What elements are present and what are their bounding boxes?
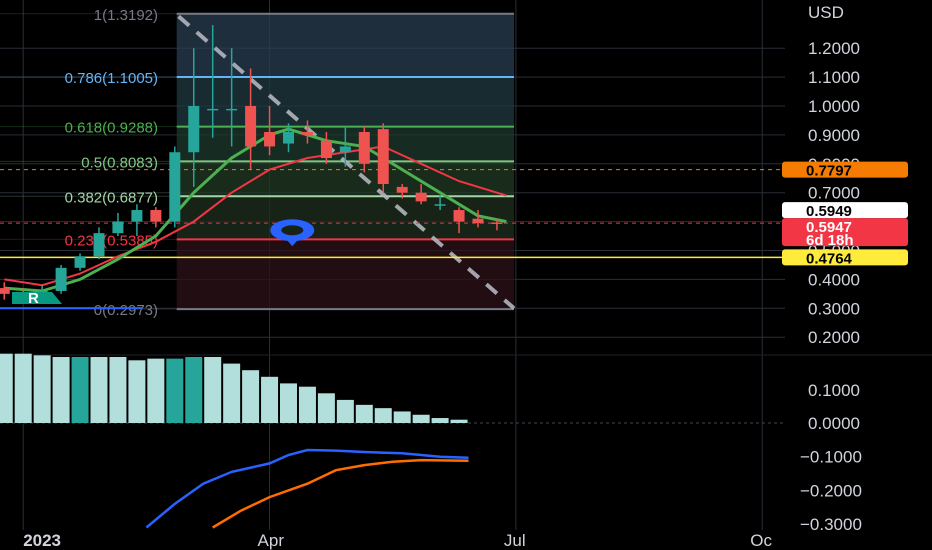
price-tag-value: 0.5949: [806, 203, 852, 220]
histogram-bar: [185, 357, 203, 423]
price-tick-label: 0.9000: [808, 126, 860, 145]
fib-level-label: 0.618(0.9288): [65, 120, 158, 137]
histogram-bar: [431, 418, 449, 423]
histogram-bar: [52, 357, 70, 423]
histogram-bar: [280, 383, 297, 423]
candle-body[interactable]: [131, 210, 143, 222]
candle-body[interactable]: [245, 106, 257, 147]
histogram-bar: [0, 353, 13, 423]
candle-body[interactable]: [188, 106, 200, 153]
price-tick-label: 1.1000: [808, 68, 860, 87]
price-tags: 0.77970.59490.59476d 18h0.4764: [782, 161, 908, 267]
candle-body[interactable]: [358, 132, 370, 164]
histogram-bar: [128, 360, 146, 423]
candle-body[interactable]: [396, 186, 408, 193]
candle-body[interactable]: [472, 218, 484, 224]
candle-body[interactable]: [301, 132, 313, 135]
fib-zone: [176, 239, 515, 310]
histogram-bar: [261, 376, 279, 423]
histogram-bar: [336, 399, 354, 423]
fib-level-label: 0.786(1.1005): [65, 70, 158, 87]
histogram-bar: [317, 393, 335, 423]
price-tag-value: 0.7797: [806, 163, 852, 180]
histogram-bar: [166, 358, 184, 423]
candle-body[interactable]: [226, 108, 238, 111]
histogram-bar: [90, 357, 108, 423]
histogram-bar: [204, 357, 222, 423]
histogram-bar: [355, 404, 373, 423]
candle-body[interactable]: [93, 233, 105, 257]
price-tick-label: 1.2000: [808, 39, 860, 58]
time-tick-label: 2023: [23, 531, 61, 550]
candle-body[interactable]: [453, 210, 465, 222]
macd-tick-label: −0.1000: [800, 448, 862, 467]
histogram-bar: [109, 357, 127, 423]
histogram-bar: [33, 355, 51, 423]
histogram-bar: [14, 353, 32, 423]
histogram-bar: [298, 386, 316, 423]
fib-zone: [176, 76, 515, 127]
fib-level-label: 0(0.2973): [94, 302, 158, 319]
time-axis[interactable]: 2023 Apr Jul Oc: [0, 530, 932, 550]
histogram-bar: [242, 370, 260, 423]
histogram-bar: [223, 363, 241, 423]
candle-body[interactable]: [112, 221, 124, 234]
fib-level-label: 0.382(0.6877): [65, 189, 158, 206]
histogram-bar: [393, 411, 411, 423]
price-tick-label: 0.3000: [808, 299, 860, 318]
candle-body[interactable]: [169, 152, 181, 222]
candle-body[interactable]: [207, 108, 219, 111]
fib-level-label: 1(1.3192): [94, 7, 158, 24]
histogram-bar: [412, 414, 430, 423]
histogram-bar: [71, 357, 89, 423]
chart-canvas[interactable]: 1(1.3192) 0.786(1.1005) 0.618(0.9288) 0.5(0…: [0, 0, 932, 550]
histogram-tick-label: 0.0000: [808, 414, 860, 433]
price-tick-label: 0.4000: [808, 270, 860, 289]
time-tick-label: Oc: [750, 531, 772, 550]
histogram-bar: [450, 419, 468, 423]
histogram-tick-label: 0.1000: [808, 381, 860, 400]
candle-body[interactable]: [283, 132, 294, 144]
candle-body[interactable]: [415, 192, 427, 202]
price-tag-value: 0.4764: [806, 250, 853, 267]
time-axis-background: [0, 530, 932, 550]
price-tick-label: 0.2000: [808, 328, 860, 347]
currency-label: USD: [808, 3, 844, 22]
candle-body[interactable]: [434, 204, 446, 206]
candle-body[interactable]: [74, 256, 86, 268]
candle-body[interactable]: [264, 132, 276, 147]
histogram-bar: [374, 408, 392, 423]
time-tick-label: Jul: [504, 531, 526, 550]
price-tick-label: 0.7000: [808, 184, 860, 203]
fib-level-label: 0.5(0.8083): [81, 154, 158, 171]
histogram-bar: [147, 358, 165, 423]
time-tick-label: Apr: [258, 531, 285, 550]
macd-tick-label: −0.2000: [800, 481, 862, 500]
candle-body[interactable]: [491, 222, 503, 224]
price-tag-countdown: 6d 18h: [806, 232, 854, 249]
candle-body[interactable]: [320, 140, 332, 159]
candle-body[interactable]: [339, 146, 351, 153]
price-tick-label: 1.0000: [808, 97, 860, 116]
candle-body[interactable]: [55, 267, 67, 291]
candle-body[interactable]: [377, 129, 389, 185]
candle-body[interactable]: [150, 210, 162, 222]
flag-label: R: [28, 290, 39, 307]
candle-body[interactable]: [0, 288, 10, 294]
fib-zone: [176, 13, 515, 77]
